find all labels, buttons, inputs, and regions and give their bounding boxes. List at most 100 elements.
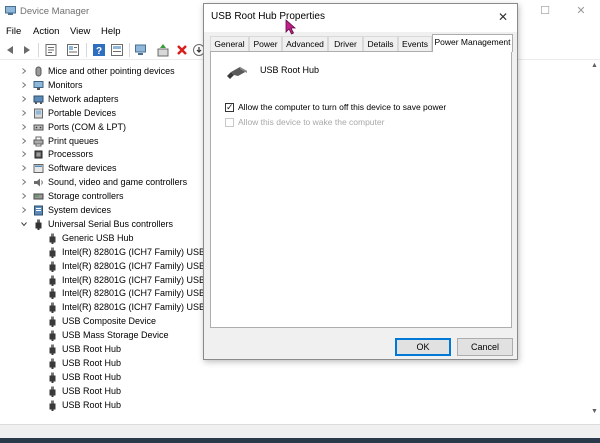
toolbar-separator: [86, 43, 87, 57]
menu-view[interactable]: View: [70, 26, 90, 37]
dialog-titlebar[interactable]: USB Root Hub Properties ✕: [204, 4, 517, 32]
allow-wake-checkbox: [225, 118, 234, 127]
chevron-right-icon[interactable]: [20, 150, 28, 158]
usb-device-icon: [49, 233, 56, 244]
tree-item-label: Sound, video and game controllers: [48, 177, 188, 188]
tree-item-label: Software devices: [48, 163, 117, 174]
forward-arrow-icon[interactable]: [20, 43, 34, 57]
cancel-button[interactable]: Cancel: [457, 338, 513, 356]
chevron-right-icon[interactable]: [20, 192, 28, 200]
svg-text:?: ?: [96, 46, 102, 57]
device-name: USB Root Hub: [260, 65, 320, 75]
usb-controller-icon: [35, 219, 42, 230]
tree-item-label: Print queues: [48, 135, 99, 146]
tree-item-label: USB Root Hub: [62, 399, 122, 410]
tree-item-label: Network adapters: [48, 93, 119, 104]
printer-icon: [33, 136, 44, 146]
help-icon[interactable]: ?: [92, 43, 106, 57]
properties-sheet-icon[interactable]: [44, 43, 58, 57]
sound-icon: [34, 178, 43, 187]
port-icon: [33, 124, 44, 131]
usb-device-icon: [49, 302, 56, 314]
toolbar-separator: [38, 43, 39, 57]
tab-power-management[interactable]: Power Management: [432, 34, 513, 52]
usb-device-icon: [49, 275, 56, 286]
chevron-right-icon[interactable]: [20, 109, 28, 117]
dialog-close-button[interactable]: ✕: [493, 8, 513, 26]
update-driver-icon[interactable]: [156, 43, 170, 57]
usb-device-icon: [49, 247, 56, 258]
tree-item-label: USB Root Hub: [62, 357, 122, 368]
device-manager-title: Device Manager: [20, 6, 90, 17]
chevron-right-icon[interactable]: [20, 206, 28, 214]
chevron-right-icon[interactable]: [20, 164, 28, 172]
storage-controller-icon: [33, 193, 44, 200]
chevron-right-icon[interactable]: [20, 123, 28, 131]
tab-power[interactable]: Power: [249, 36, 282, 51]
maximize-button[interactable]: ☐: [530, 2, 560, 20]
tab-events[interactable]: Events: [398, 36, 432, 51]
chevron-right-icon[interactable]: [20, 67, 28, 75]
taskbar-strip: [0, 438, 600, 443]
device-manager-icon: [5, 6, 16, 15]
tree-item-label: Intel(R) 82801G (ICH7 Family) USB U: [62, 288, 215, 299]
scroll-up-arrow-icon[interactable]: ▲: [591, 62, 598, 69]
tab-advanced[interactable]: Advanced: [282, 36, 328, 51]
mouse-cursor-icon: [285, 19, 297, 35]
dialog-title: USB Root Hub Properties: [211, 11, 325, 22]
tree-item-label: USB Root Hub: [62, 344, 122, 354]
tree-item-label: Intel(R) 82801G (ICH7 Family) USB2 E: [62, 302, 219, 313]
usb-plug-icon: [227, 67, 247, 79]
tree-item-label: Universal Serial Bus controllers: [48, 218, 174, 229]
menu-help[interactable]: Help: [101, 26, 121, 37]
allow-wake-label: Allow this device to wake the computer: [238, 117, 385, 127]
tree-item-label: Processors: [48, 149, 94, 160]
tree-item-label: Monitors: [48, 79, 83, 90]
close-window-button[interactable]: ✕: [566, 2, 596, 20]
menu-action[interactable]: Action: [33, 26, 59, 37]
tree-item-label: Portable Devices: [48, 107, 117, 118]
tree-item-label: Ports (COM & LPT): [48, 121, 127, 132]
usb-device-icon: [49, 372, 56, 383]
scan-hardware-icon[interactable]: [134, 43, 148, 57]
allow-turn-off-label[interactable]: Allow the computer to turn off this devi…: [238, 102, 446, 112]
tree-item-label: Intel(R) 82801G (ICH7 Family) USB U: [62, 246, 215, 257]
tab-general[interactable]: General: [210, 36, 249, 51]
tree-item-label: USB Mass Storage Device: [62, 330, 169, 341]
usb-device-icon: [49, 386, 56, 397]
usb-device-icon: [49, 344, 56, 355]
dialog-tab-strip: General Power Advanced Driver Details Ev…: [210, 34, 513, 52]
chevron-right-icon[interactable]: [20, 137, 28, 145]
resources-icon[interactable]: [110, 43, 124, 57]
usb-device-icon: [49, 261, 56, 272]
tree-item-label: Generic USB Hub: [62, 232, 134, 243]
tab-details[interactable]: Details: [363, 36, 398, 51]
tree-item-label: USB Root Hub: [62, 385, 122, 396]
chevron-right-icon[interactable]: [20, 178, 28, 186]
toolbar-separator: [129, 43, 130, 57]
vertical-scrollbar[interactable]: ▲ ▼: [589, 62, 600, 422]
tree-item-label: Storage controllers: [48, 191, 124, 202]
mouse-icon: [35, 66, 42, 77]
ok-button[interactable]: OK: [395, 338, 451, 356]
allow-turn-off-checkbox[interactable]: ✓: [225, 102, 234, 112]
tree-item-label: Mice and other pointing devices: [48, 66, 175, 76]
uninstall-red-x-icon[interactable]: [175, 43, 189, 57]
system-device-icon: [34, 205, 43, 216]
chevron-right-icon[interactable]: [20, 95, 28, 103]
portable-device-icon: [34, 108, 43, 119]
power-management-panel: USB Root Hub ✓ Allow the computer to tur…: [210, 51, 512, 328]
usb-device-icon: [49, 288, 56, 300]
chevron-right-icon[interactable]: [20, 81, 28, 89]
usb-device-icon: [49, 316, 56, 328]
chevron-down-icon[interactable]: [20, 220, 28, 228]
menu-file[interactable]: File: [6, 26, 21, 37]
tree-item-label: USB Composite Device: [62, 316, 157, 327]
device-list-icon[interactable]: [66, 43, 80, 57]
scroll-down-arrow-icon[interactable]: ▼: [591, 408, 598, 415]
back-arrow-icon[interactable]: [3, 43, 17, 57]
properties-dialog: USB Root Hub Properties ✕ General Power …: [203, 3, 518, 360]
tree-item-label: Intel(R) 82801G (ICH7 Family) USB U: [62, 274, 215, 285]
tab-driver[interactable]: Driver: [328, 36, 363, 51]
usb-device-icon: [49, 330, 56, 342]
